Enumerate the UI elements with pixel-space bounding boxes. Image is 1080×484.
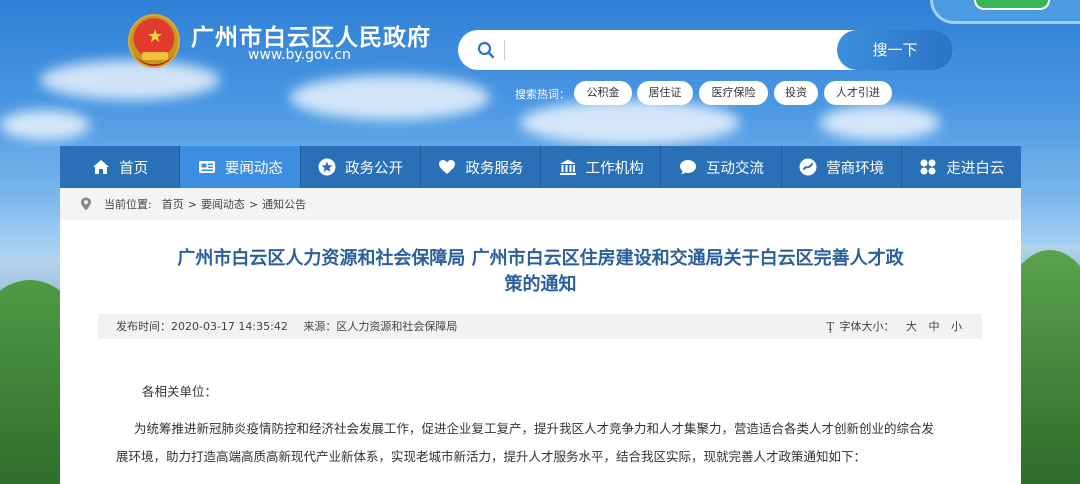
star-icon xyxy=(318,158,336,176)
hot-tag[interactable]: 医疗保险 xyxy=(699,81,768,105)
building-icon xyxy=(559,159,576,175)
site-url: www.by.gov.cn xyxy=(248,47,351,63)
chat-icon xyxy=(679,160,696,175)
nav-item-label: 互动交流 xyxy=(705,160,764,177)
text-size-icon: Ţ xyxy=(826,320,834,333)
search-button[interactable]: 搜一下 xyxy=(837,30,953,70)
nav-item-gov-affairs[interactable]: 政务公开 xyxy=(301,146,421,188)
article-title-line: 广州市白云区人力资源和社会保障局 广州市白云区住房建设和交通局关于白云区完善人才… xyxy=(177,248,904,269)
hot-keywords-label: 搜索热词： xyxy=(515,88,570,101)
content-panel: 当前位置: 首页 > 要闻动态 > 通知公告 广州市白云区人力资源和社会保障局 … xyxy=(60,188,1021,484)
nav-item-label: 政务服务 xyxy=(465,160,524,177)
nav-item-agencies[interactable]: 工作机构 xyxy=(541,146,662,188)
nav-item-home[interactable]: 首页 xyxy=(60,146,181,188)
nav-item-interaction[interactable]: 互动交流 xyxy=(661,146,782,188)
article-title-line: 策的通知 xyxy=(504,274,577,295)
breadcrumb-news[interactable]: 要闻动态 xyxy=(201,196,245,212)
article-title: 广州市白云区人力资源和社会保障局 广州市白云区住房建设和交通局关于白云区完善人才… xyxy=(60,246,1021,298)
publish-time: 发布时间：2020-03-17 14:35:42 xyxy=(116,320,288,333)
cloud-decoration xyxy=(290,75,490,120)
hot-tag[interactable]: 投资 xyxy=(774,81,818,105)
hot-tag[interactable]: 公积金 xyxy=(574,81,632,105)
paragraph-line: 展环境，助力打造高端高质高新现代产业新体系，实现老城市新活力，提升人才服务水平，… xyxy=(116,449,867,464)
article-body: 各相关单位： 为统筹推进新冠肺炎疫情防控和经济社会发展工作，促进企业复工复产，提… xyxy=(116,378,942,471)
nav-item-label: 工作机构 xyxy=(585,160,644,177)
article-greeting: 各相关单位： xyxy=(142,384,218,399)
nav-item-label: 营商环境 xyxy=(826,160,885,177)
cloud-decoration xyxy=(40,60,220,100)
national-emblem-logo[interactable]: ★ xyxy=(128,14,180,68)
search-box: 搜一下 xyxy=(458,30,953,70)
font-size-large-button[interactable]: 大 xyxy=(906,320,917,333)
breadcrumb-separator: > xyxy=(187,197,197,211)
cloud-decoration xyxy=(520,100,740,145)
font-size-label: 字体大小： xyxy=(839,320,895,333)
search-icon[interactable] xyxy=(476,40,496,60)
breadcrumb-notices[interactable]: 通知公告 xyxy=(262,196,306,212)
nav-item-label: 走进白云 xyxy=(946,160,1005,177)
nav-item-gov-services[interactable]: 政务服务 xyxy=(421,146,541,188)
hot-tag[interactable]: 居住证 xyxy=(637,81,693,105)
search-input[interactable] xyxy=(504,40,824,60)
article-paragraph: 为统筹推进新冠肺炎疫情防控和经济社会发展工作，促进企业复工复产，提升我区人才竞争… xyxy=(116,415,942,471)
nav-item-about-baiyun[interactable]: 走进白云 xyxy=(902,146,1021,188)
cloud-decoration xyxy=(820,105,940,140)
article-source: 来源：区人力资源和社会保障局 xyxy=(303,320,458,333)
nav-item-label: 政务公开 xyxy=(345,160,404,177)
font-size-control: Ţ 字体大小： 大 中 小 xyxy=(827,314,962,339)
paragraph-line: 为统筹推进新冠肺炎疫情防控和经济社会发展工作，促进企业复工复产，提升我区人才竞争… xyxy=(134,421,935,436)
corner-decoration xyxy=(930,0,1080,24)
flower-icon xyxy=(920,159,936,175)
article-meta-bar: 发布时间：2020-03-17 14:35:42 来源：区人力资源和社会保障局 … xyxy=(98,314,982,339)
nav-item-label: 首页 xyxy=(119,160,149,177)
nav-item-label: 要闻动态 xyxy=(224,160,283,177)
nav-item-business-env[interactable]: 营商环境 xyxy=(782,146,902,188)
breadcrumb-label: 当前位置: xyxy=(104,198,152,211)
cloud-decoration xyxy=(0,110,90,140)
breadcrumb: 当前位置: 首页 > 要闻动态 > 通知公告 xyxy=(60,188,1021,220)
main-nav: 首页 要闻动态 政务公开 政务服务 工作机构 互动交流 营商环境 走进白云 xyxy=(60,146,1021,188)
breadcrumb-separator: > xyxy=(248,197,259,211)
business-icon xyxy=(799,158,817,176)
font-size-small-button[interactable]: 小 xyxy=(951,320,962,333)
nav-item-news[interactable]: 要闻动态 xyxy=(180,146,301,188)
location-pin-icon xyxy=(81,197,91,211)
breadcrumb-home[interactable]: 首页 xyxy=(162,196,184,212)
hot-tag[interactable]: 人才引进 xyxy=(824,81,892,105)
news-icon xyxy=(198,161,215,173)
heart-icon xyxy=(439,160,456,174)
home-icon xyxy=(93,160,110,174)
font-size-medium-button[interactable]: 中 xyxy=(929,320,940,333)
